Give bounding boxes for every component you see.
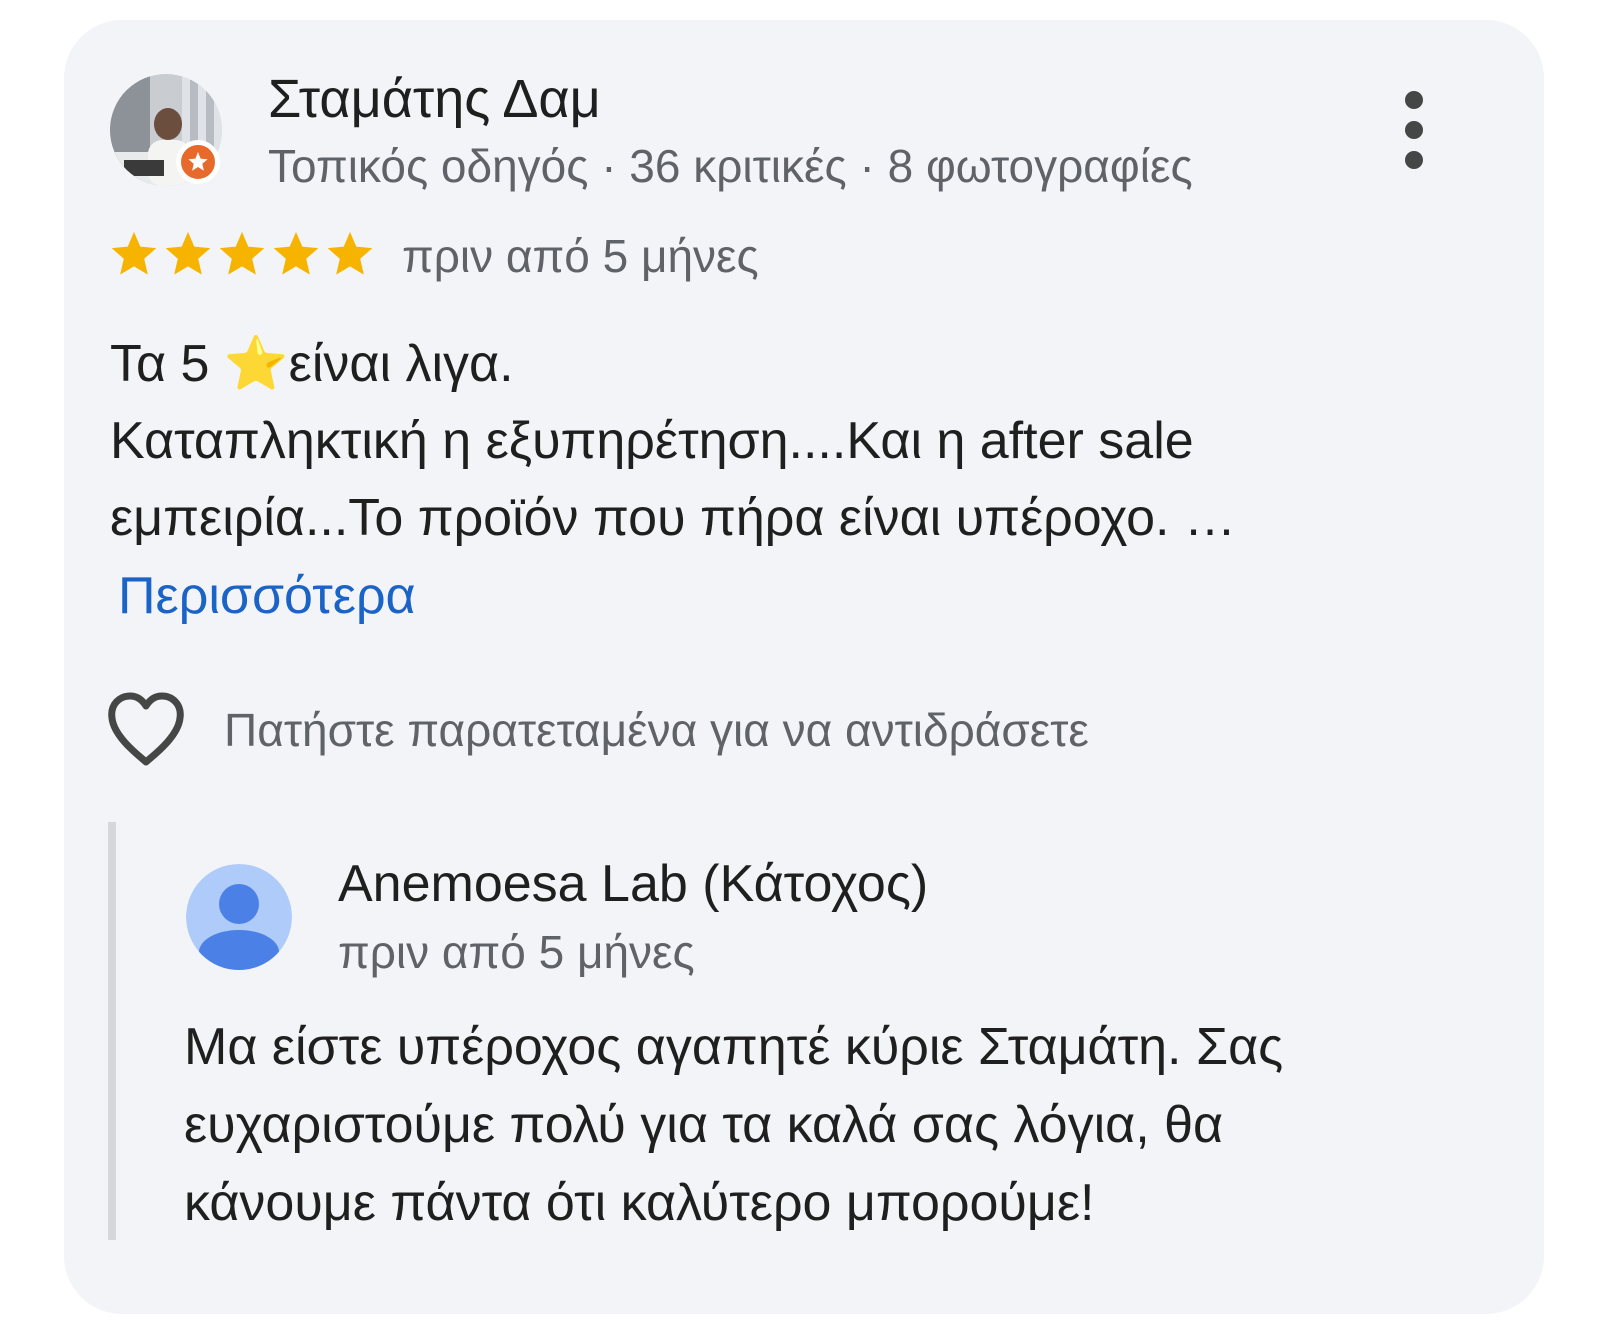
reviewer-meta: Τοπικός οδηγός · 36 κριτικές · 8 φωτογρα… (268, 140, 1193, 192)
review-text: Τα 5 ⭐είναι λιγα. Καταπληκτική η εξυπηρέ… (110, 326, 1370, 557)
star-icon (273, 231, 319, 275)
review-text-line: εμπειρία...Το προϊόν που πήρα είναι υπέρ… (110, 489, 1236, 547)
reviewer-name[interactable]: Σταμάτης Δαμ (268, 64, 601, 134)
star-icon (327, 231, 373, 275)
owner-reply-date: πριν από 5 μήνες (338, 926, 695, 978)
react-hint: Πατήστε παρατεταμένα για να αντιδράσετε (224, 704, 1089, 756)
default-profile-icon (186, 864, 292, 970)
more-options-button[interactable] (1384, 90, 1444, 170)
review-card: Σταμάτης Δαμ Τοπικός οδηγός · 36 κριτικέ… (64, 20, 1544, 1314)
reply-text-line: Μα είστε υπέροχος αγαπητέ κύριε Σταμάτη.… (184, 1018, 1284, 1076)
star-icon (111, 231, 157, 275)
review-date: πριν από 5 μήνες (402, 230, 759, 282)
review-text-line: Καταπληκτική η εξυπηρέτηση....Και η afte… (110, 412, 1194, 470)
review-text-line: Τα 5 ⭐είναι λιγα. (110, 335, 514, 393)
owner-reply-text: Μα είστε υπέροχος αγαπητέ κύριε Σταμάτη.… (184, 1008, 1464, 1242)
more-vert-icon (1405, 91, 1423, 109)
star-icon (165, 231, 211, 275)
react-button[interactable] (106, 688, 186, 772)
reviewer-avatar[interactable] (110, 74, 222, 186)
owner-reply: Anemoesa Lab (Κάτοχος) πριν από 5 μήνες … (108, 822, 1496, 1240)
reply-text-line: κάνουμε πάντα ότι καλύτερο μπορούμε! (184, 1174, 1095, 1232)
star-icon (219, 231, 265, 275)
owner-name: Anemoesa Lab (Κάτοχος) (338, 855, 929, 913)
reply-text-line: ευχαριστούμε πολύ για τα καλά σας λόγια,… (184, 1096, 1224, 1154)
more-link[interactable]: Περισσότερα (118, 560, 416, 632)
local-guide-badge-icon (176, 140, 220, 184)
heart-outline-icon (108, 692, 184, 766)
rating-stars (108, 228, 376, 280)
